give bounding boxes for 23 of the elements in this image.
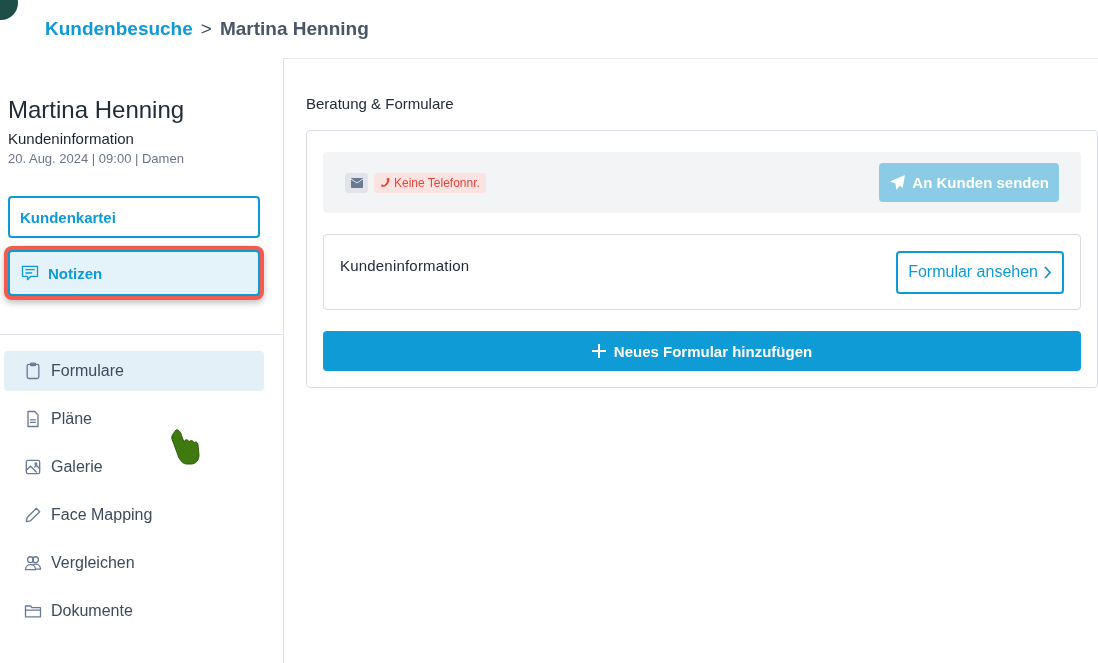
section-title: Beratung & Formulare — [306, 95, 455, 112]
customer-name: Martina Henning — [8, 96, 186, 124]
email-icon — [345, 172, 368, 193]
appointment-details: 20. Aug. 2024 | 09:00 | Damen — [8, 151, 185, 166]
breadcrumb-separator: > — [200, 18, 212, 40]
phone-missing-tag: Keine Telefonnr. — [374, 172, 486, 193]
sidebar-nav-item[interactable]: Galerie — [4, 447, 264, 487]
pencil-icon — [23, 505, 43, 525]
people-icon — [23, 553, 43, 573]
sidebar-nav-item[interactable]: Dokumente — [4, 591, 264, 631]
breadcrumb-current: Martina Henning — [219, 18, 369, 40]
image-icon — [23, 457, 43, 477]
chat-note-icon — [20, 263, 40, 283]
chevron-right-icon — [1044, 265, 1052, 279]
form-title: Kundeninformation — [340, 257, 470, 274]
sidebar-nav-item[interactable]: Face Mapping — [4, 495, 264, 535]
phone-icon — [380, 177, 391, 188]
paper-plane-icon — [889, 174, 907, 191]
plus-icon — [591, 344, 606, 358]
sidebar-nav-item[interactable]: Vergleichen — [4, 543, 264, 583]
sidebar-nav-item[interactable]: Formulare — [4, 351, 264, 391]
customer-subtitle: Kundeninformation — [8, 130, 135, 147]
sidebar-nav-item[interactable]: Pläne — [4, 399, 264, 439]
